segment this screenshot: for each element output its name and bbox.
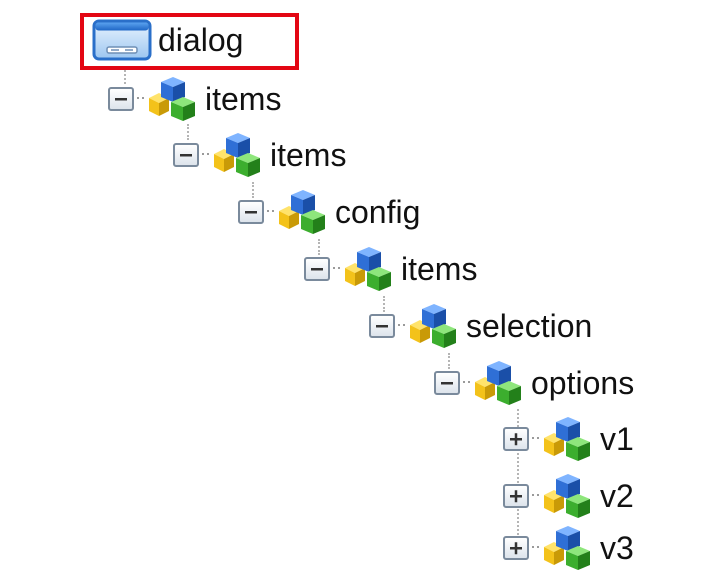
tree-node-label: items [205, 81, 282, 117]
tree-node-label: options [531, 365, 635, 401]
dialog-window-icon [92, 19, 152, 61]
tree-connector [398, 324, 405, 328]
tree-connector [463, 381, 470, 385]
expand-toggle-icon[interactable] [503, 536, 529, 560]
node-cubes-icon [279, 190, 325, 234]
tree-view: dialog items items config items selectio… [0, 0, 707, 573]
tree-connector [532, 437, 539, 441]
expand-toggle-icon[interactable] [503, 427, 529, 451]
collapse-toggle-icon[interactable] [434, 371, 460, 395]
tree-node-label: config [335, 194, 421, 230]
tree-node-label: v2 [600, 478, 634, 514]
node-cubes-icon [544, 526, 590, 570]
node-cubes-icon [544, 474, 590, 518]
tree-node-v2[interactable]: v2 [503, 471, 634, 521]
tree-node-label: dialog [158, 22, 244, 58]
tree-connector [137, 97, 144, 101]
node-cubes-icon [149, 77, 195, 121]
tree-connector [532, 546, 539, 550]
tree-node-options[interactable]: options [434, 358, 634, 408]
tree-node-label: selection [466, 308, 593, 344]
tree-node-label: items [270, 137, 347, 173]
tree-connector [532, 494, 539, 498]
node-cubes-icon [214, 133, 260, 177]
tree-connector [333, 267, 340, 271]
tree-node-dialog[interactable]: dialog [92, 15, 243, 65]
collapse-toggle-icon[interactable] [304, 257, 330, 281]
node-cubes-icon [475, 361, 521, 405]
collapse-toggle-icon[interactable] [108, 87, 134, 111]
tree-node-label: v3 [600, 530, 634, 566]
tree-node-items[interactable]: items [173, 130, 346, 180]
node-cubes-icon [410, 304, 456, 348]
collapse-toggle-icon[interactable] [173, 143, 199, 167]
tree-connector [202, 153, 209, 157]
node-cubes-icon [345, 247, 391, 291]
tree-connector [267, 210, 274, 214]
tree-node-label: items [401, 251, 478, 287]
collapse-toggle-icon[interactable] [369, 314, 395, 338]
node-cubes-icon [544, 417, 590, 461]
collapse-toggle-icon[interactable] [238, 200, 264, 224]
expand-toggle-icon[interactable] [503, 484, 529, 508]
tree-node-items[interactable]: items [108, 74, 281, 124]
tree-node-config[interactable]: config [238, 187, 420, 237]
tree-node-label: v1 [600, 421, 634, 457]
tree-node-v1[interactable]: v1 [503, 414, 634, 464]
tree-node-selection[interactable]: selection [369, 301, 592, 351]
tree-node-v3[interactable]: v3 [503, 523, 634, 573]
tree-node-items[interactable]: items [304, 244, 477, 294]
